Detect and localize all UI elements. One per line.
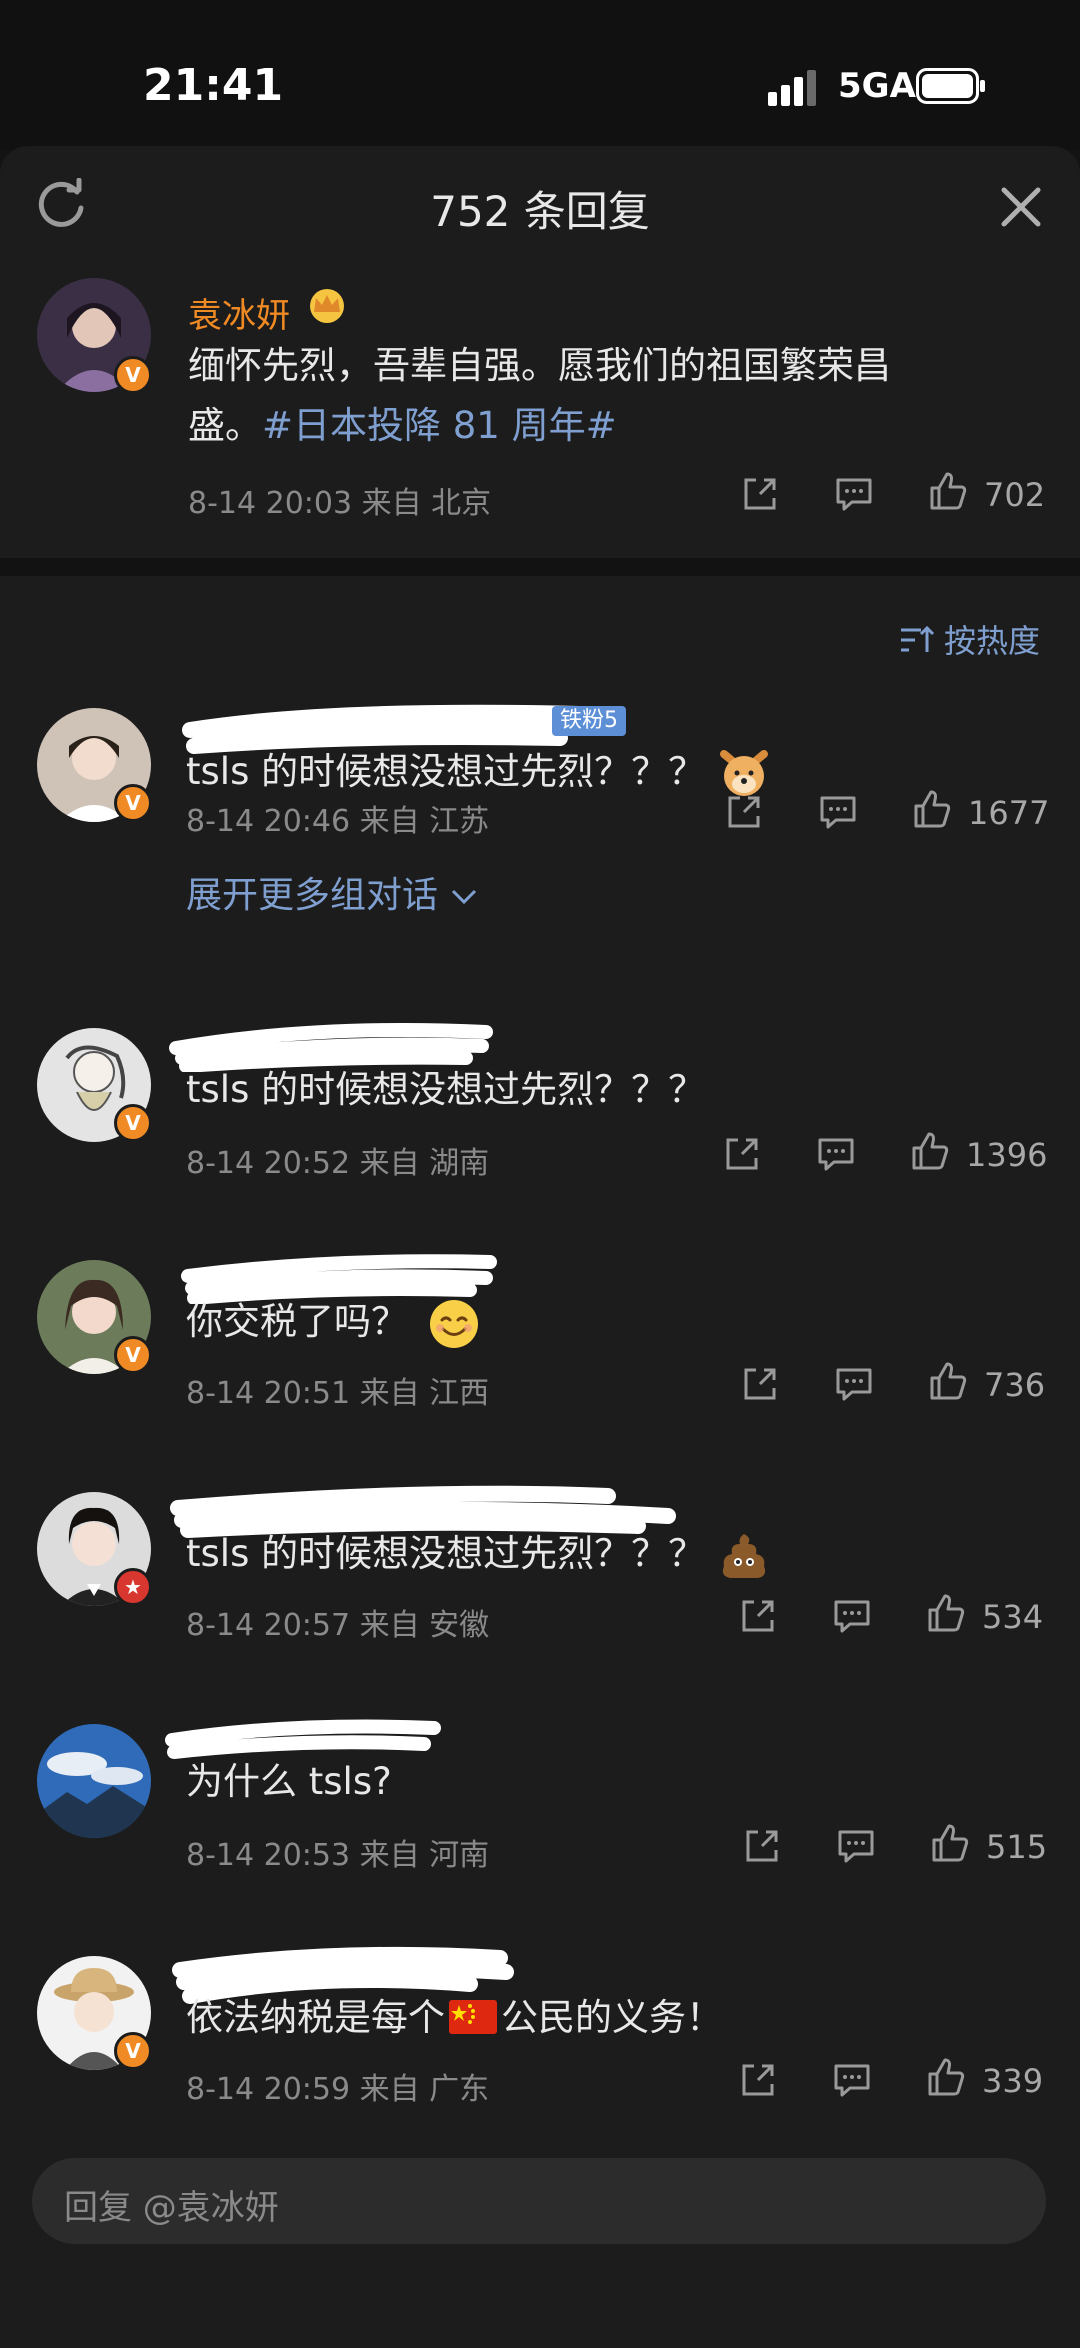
reply-input[interactable]: 回复 @袁冰妍	[32, 2158, 1046, 2244]
fan-badge: 铁粉5	[552, 706, 626, 736]
comment-icon[interactable]	[814, 1132, 858, 1176]
comment-text: 依法纳税是每个 公民的义务！	[186, 1988, 723, 2048]
comment-icon[interactable]	[830, 1594, 874, 1638]
v-badge-icon: V	[114, 1104, 152, 1142]
like-icon[interactable]	[910, 788, 954, 832]
avatar[interactable]	[37, 1724, 151, 1838]
expand-more-label: 展开更多组对话	[186, 875, 439, 916]
v-badge-icon: V	[114, 2032, 152, 2070]
like-count: 1396	[966, 1136, 1048, 1174]
share-icon[interactable]	[736, 1594, 780, 1638]
comment-icon[interactable]	[834, 1824, 878, 1868]
section-divider	[0, 558, 1080, 576]
v-badge-icon: V	[114, 356, 152, 394]
share-icon[interactable]	[738, 472, 782, 516]
replies-sheet: 752 条回复 V 袁冰妍 缅怀先烈，吾辈自强。愿我们的祖国繁荣昌 盛。#日本投…	[0, 146, 1080, 2348]
status-bar: 21:41 5GA	[0, 0, 1080, 150]
list-item: V 你交税了吗？ 8-14 20:51 来自 江西 736	[0, 1248, 1080, 1478]
chevron-down-icon	[452, 889, 477, 905]
close-icon[interactable]	[996, 182, 1046, 232]
hashtag-link[interactable]: #日本投降 81 周年#	[262, 404, 617, 447]
smile-emoji-icon	[430, 1300, 478, 1348]
share-icon[interactable]	[722, 790, 766, 834]
expand-more-button[interactable]: 展开更多组对话	[186, 866, 479, 918]
signal-icon	[768, 70, 816, 106]
like-icon[interactable]	[908, 1130, 952, 1174]
sort-toggle[interactable]: 按热度	[0, 608, 1080, 668]
share-icon[interactable]	[738, 1362, 782, 1406]
sort-label: 按热度	[944, 622, 1041, 660]
comment-text: 缅怀先烈，吾辈自强。愿我们的祖国繁荣昌 盛。#日本投降 81 周年#	[188, 336, 1028, 456]
comment-text-prefix: 盛。	[188, 404, 262, 447]
sheet-title: 752 条回复	[430, 187, 650, 236]
list-item: 为什么 tsls? 8-14 20:53 来自 河南 515	[0, 1712, 1080, 1942]
comment-icon[interactable]	[830, 2058, 874, 2102]
comment-text: tsls 的时候想没想过先烈？？？	[186, 750, 706, 793]
list-item: V 依法纳税是每个 公民的义务！ 8-14 20:59 来自 广东 339	[0, 1942, 1080, 2192]
sheet-header: 752 条回复	[0, 146, 1080, 266]
author-name[interactable]: 袁冰妍	[188, 288, 290, 337]
sort-icon	[901, 625, 935, 652]
like-count: 1677	[968, 794, 1050, 832]
like-icon[interactable]	[924, 2056, 968, 2100]
comment-icon[interactable]	[832, 472, 876, 516]
comment-meta: 8-14 20:59 来自 广东	[186, 2072, 490, 2107]
comment-text: 为什么 tsls?	[186, 1760, 392, 1803]
v-badge-icon: V	[114, 1336, 152, 1374]
share-icon[interactable]	[736, 2058, 780, 2102]
like-icon[interactable]	[924, 1592, 968, 1636]
comment-text: tsls 的时候想没想过先烈？？？	[186, 1068, 706, 1111]
comment-text-line2: 盛。#日本投降 81 周年#	[188, 396, 1028, 456]
like-count: 534	[982, 1598, 1044, 1636]
list-item: V 铁粉5 tsls 的时候想没想过先烈？？？ 8-14 20:46 来自 江苏…	[0, 700, 1080, 1040]
like-count: 736	[984, 1366, 1046, 1404]
like-count: 515	[986, 1828, 1048, 1866]
comment-text-prefix: 依法纳税是每个	[186, 1996, 445, 2039]
comment-meta: 8-14 20:53 来自 河南	[186, 1838, 490, 1873]
list-item: V tsls 的时候想没想过先烈？？？ 8-14 20:52 来自 湖南 139…	[0, 1016, 1080, 1246]
like-count: 339	[982, 2062, 1044, 2100]
comment-icon[interactable]	[832, 1362, 876, 1406]
like-icon[interactable]	[926, 470, 970, 514]
crown-icon	[310, 289, 344, 323]
like-count: 702	[984, 476, 1046, 514]
root-comment: V 袁冰妍 缅怀先烈，吾辈自强。愿我们的祖国繁荣昌 盛。#日本投降 81 周年#…	[0, 266, 1080, 558]
list-item: ★ tsls 的时候想没想过先烈？？？ 8-14 20:57 来自 安徽 534	[0, 1480, 1080, 1710]
comment-meta: 8-14 20:03 来自 北京	[188, 486, 492, 521]
comment-text-suffix: 公民的义务！	[501, 1996, 723, 2039]
comment-meta: 8-14 20:51 来自 江西	[186, 1376, 490, 1411]
battery-icon	[916, 68, 985, 104]
share-icon[interactable]	[720, 1132, 764, 1176]
v-badge-icon: V	[114, 784, 152, 822]
comment-text-line1: 缅怀先烈，吾辈自强。愿我们的祖国繁荣昌	[188, 344, 891, 387]
like-icon[interactable]	[926, 1360, 970, 1404]
comment-meta: 8-14 20:57 来自 安徽	[186, 1608, 490, 1643]
china-flag-icon	[449, 2000, 497, 2034]
comment-text: tsls 的时候想没想过先烈？？？	[186, 1532, 706, 1575]
comment-meta: 8-14 20:52 来自 湖南	[186, 1146, 490, 1181]
star-badge-icon: ★	[114, 1568, 152, 1606]
comment-text: 你交税了吗？	[186, 1300, 408, 1343]
comment-meta: 8-14 20:46 来自 江苏	[186, 804, 490, 839]
poop-emoji-icon	[722, 1534, 766, 1578]
like-icon[interactable]	[928, 1822, 972, 1866]
reply-placeholder: 回复 @袁冰妍	[64, 2188, 279, 2228]
network-label: 5GA	[838, 66, 916, 106]
comment-icon[interactable]	[816, 790, 860, 834]
share-icon[interactable]	[740, 1824, 784, 1868]
status-time: 21:41	[143, 60, 284, 111]
